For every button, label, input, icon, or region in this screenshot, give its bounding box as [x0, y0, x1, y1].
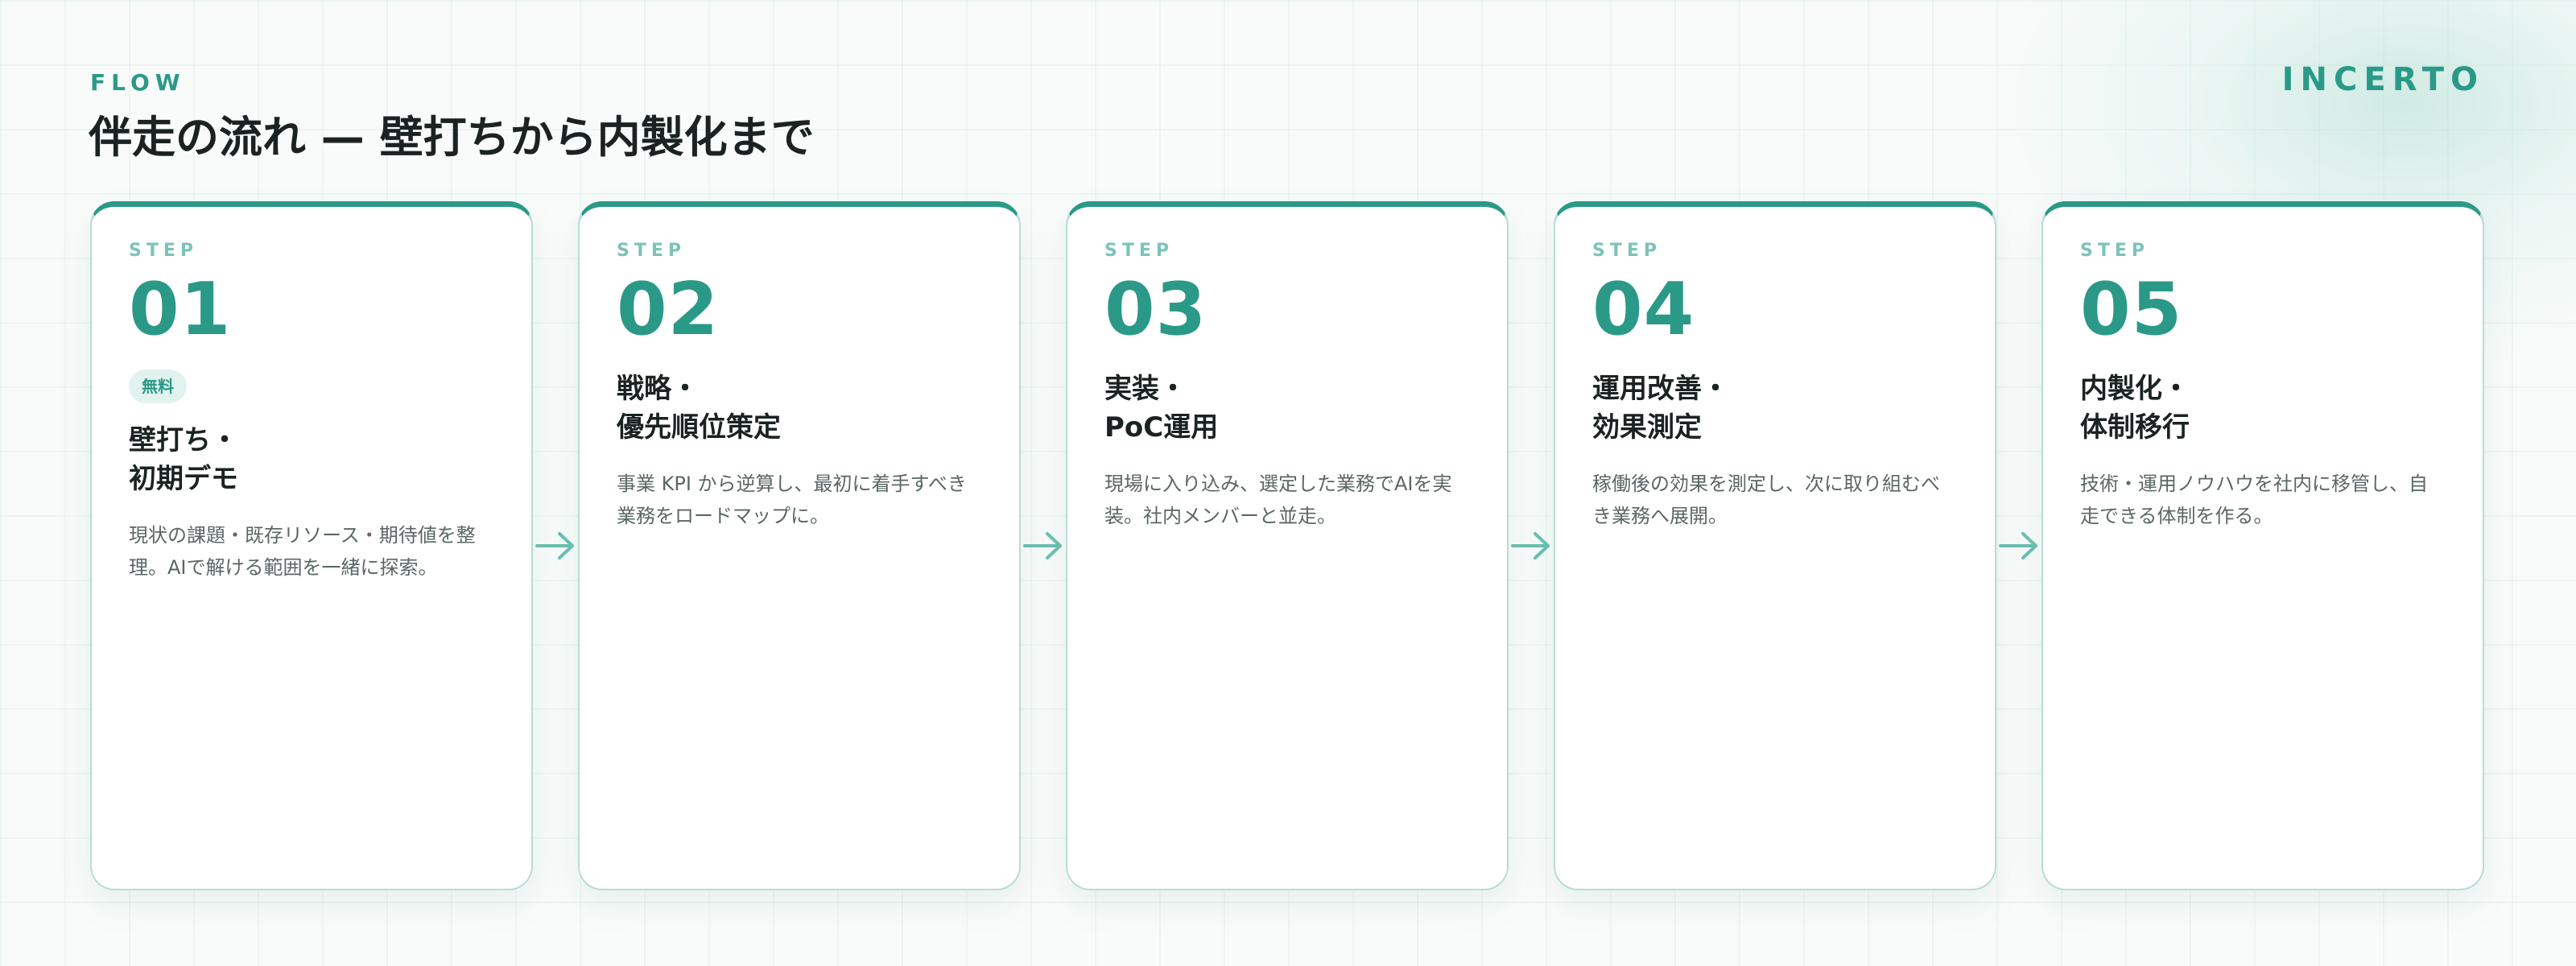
arrow-right-icon	[1021, 201, 1066, 890]
step-card-02: STEP 02 戦略・ 優先順位策定 事業 KPI から逆算し、最初に着手すべき…	[578, 201, 1021, 890]
step-title-line: 戦略・	[617, 373, 699, 405]
step-label: STEP	[2080, 241, 2150, 261]
step-title-line: 優先順位策定	[617, 411, 781, 444]
step-title: 実装・ PoC運用	[1104, 369, 1470, 447]
step-title-line: PoC運用	[1104, 411, 1219, 444]
step-title: 内製化・ 体制移行	[2080, 369, 2446, 447]
step-title-line: 効果測定	[1592, 411, 1702, 444]
step-card-03: STEP 03 実装・ PoC運用 現場に入り込み、選定した業務でAIを実装。社…	[1066, 201, 1509, 890]
brand-logo: INCERTO	[2281, 61, 2484, 98]
arrow-right-icon-glyph	[1511, 532, 1550, 559]
arrow-right-icon	[1509, 201, 1554, 890]
step-title: 運用改善・ 効果測定	[1592, 369, 1958, 447]
step-description: 現状の課題・既存リソース・期待値を整理。AIで解ける範囲を一緒に探索。	[129, 524, 476, 579]
step-label: STEP	[1104, 241, 1174, 261]
step-label: STEP	[617, 241, 687, 261]
step-title-line: 内製化・	[2080, 373, 2190, 405]
step-card-04: STEP 04 運用改善・ 効果測定 稼働後の効果を測定し、次に取り組むべき業務…	[1554, 201, 1996, 890]
arrow-right-icon	[1996, 201, 2041, 890]
flow-steps: STEP 01 無料 壁打ち・ 初期デモ 現状の課題・既存リソース・期待値を整理…	[90, 201, 2486, 890]
step-description: 現場に入り込み、選定した業務でAIを実装。社内メンバーと並走。	[1104, 473, 1452, 527]
step-label: STEP	[1592, 241, 1662, 261]
step-card-01: STEP 01 無料 壁打ち・ 初期デモ 現状の課題・既存リソース・期待値を整理…	[90, 201, 533, 890]
step-description: 事業 KPI から逆算し、最初に着手すべき業務をロードマップに。	[617, 473, 967, 527]
arrow-right-icon	[533, 201, 578, 890]
page-title: 伴走の流れ — 壁打ちから内製化まで	[89, 112, 815, 163]
step-title: 戦略・ 優先順位策定	[617, 369, 982, 447]
arrow-right-icon-glyph	[1999, 532, 2037, 559]
section-eyebrow: FLOW	[90, 69, 186, 96]
step-title: 壁打ち・ 初期デモ	[129, 421, 494, 498]
step-description: 技術・運用ノウハウを社内に移管し、自走できる体制を作る。	[2080, 473, 2428, 527]
step-number: 02	[617, 267, 720, 352]
free-badge: 無料	[129, 369, 187, 403]
step-number: 05	[2080, 267, 2183, 352]
step-number: 03	[1104, 267, 1208, 352]
arrow-right-icon-glyph	[535, 532, 574, 559]
step-title-line: 体制移行	[2080, 411, 2190, 444]
step-title-line: 壁打ち・	[129, 424, 238, 456]
arrow-right-icon-glyph	[1023, 532, 1062, 559]
step-number: 04	[1592, 267, 1695, 352]
step-title-line: 実装・	[1104, 373, 1187, 405]
step-title-line: 運用改善・	[1592, 373, 1729, 405]
step-description: 稼働後の効果を測定し、次に取り組むべき業務へ展開。	[1592, 473, 1940, 527]
step-number: 01	[129, 267, 232, 352]
step-title-line: 初期デモ	[129, 463, 238, 495]
step-label: STEP	[129, 241, 199, 261]
step-card-05: STEP 05 内製化・ 体制移行 技術・運用ノウハウを社内に移管し、自走できる…	[2041, 201, 2484, 890]
